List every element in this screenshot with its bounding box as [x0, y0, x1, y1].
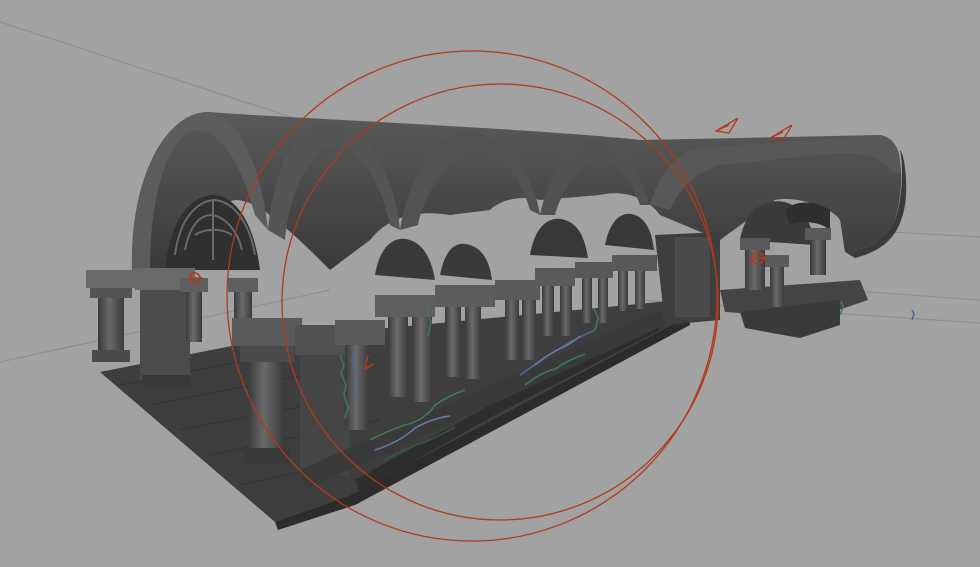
3d-viewport[interactable] — [0, 0, 980, 567]
pillar[interactable] — [612, 255, 657, 311]
directional-light-icons[interactable] — [714, 117, 793, 141]
pillar[interactable] — [86, 270, 136, 362]
viewport-scene[interactable] — [0, 0, 980, 567]
directional-light-icon[interactable] — [714, 117, 739, 134]
pillar[interactable] — [805, 228, 831, 275]
